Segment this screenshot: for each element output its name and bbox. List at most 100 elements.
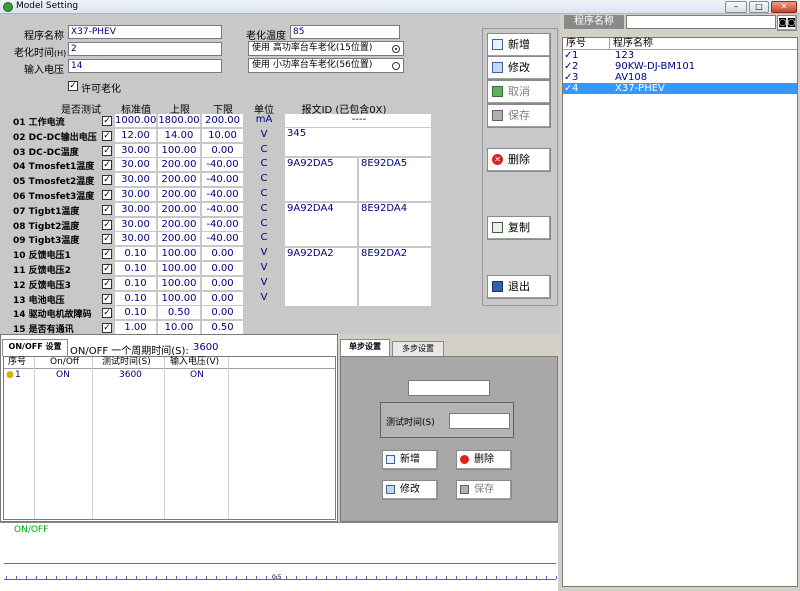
param-upper-value[interactable]: 200.00 [158, 203, 200, 216]
param-std-value[interactable]: 0.10 [115, 292, 156, 305]
param-lower-value[interactable]: -40.00 [202, 218, 243, 231]
copy-button[interactable]: 复制 [487, 216, 551, 240]
high-power-option[interactable]: 使用 高功率台车老化(15位置) [248, 41, 404, 56]
param-std-value[interactable]: 30.00 [115, 203, 156, 216]
param-lower-value[interactable]: 0.00 [202, 247, 243, 260]
param-test-checkbox[interactable]: ✓ [102, 220, 112, 230]
tab-single-step[interactable]: 单步设置 [340, 339, 390, 356]
add-button[interactable]: 新增 [487, 33, 551, 57]
param-test-checkbox[interactable]: ✓ [102, 160, 112, 170]
program-list-item[interactable]: ✓ 3 AV108 [563, 72, 797, 83]
onoff-period-value[interactable]: 3600 [193, 342, 218, 353]
param-test-checkbox[interactable]: ✓ [102, 116, 112, 126]
param-std-value[interactable]: 0.10 [115, 262, 156, 275]
report-id-row7b[interactable]: 8E92DA4 [359, 203, 431, 246]
param-upper-value[interactable]: 100.00 [158, 144, 200, 157]
report-id-row2[interactable]: 345 [285, 128, 431, 156]
param-std-value[interactable]: 30.00 [115, 232, 156, 245]
step-add-button[interactable]: 新增 [382, 450, 438, 470]
param-test-checkbox[interactable]: ✓ [102, 279, 112, 289]
param-std-value[interactable]: 30.00 [115, 144, 156, 157]
param-test-checkbox[interactable]: ✓ [102, 249, 112, 259]
param-test-checkbox[interactable]: ✓ [102, 323, 112, 333]
param-std-value[interactable]: 1.00 [115, 321, 156, 334]
param-lower-value[interactable]: 0.50 [202, 321, 243, 334]
param-std-value[interactable]: 30.00 [115, 158, 156, 171]
edit-button[interactable]: 修改 [487, 56, 551, 80]
param-lower-value[interactable]: 0.00 [202, 262, 243, 275]
param-std-value[interactable]: 30.00 [115, 188, 156, 201]
param-std-value[interactable]: 0.10 [115, 277, 156, 290]
onoff-row[interactable]: ● 1 ON 3600 ON [4, 369, 335, 381]
param-std-value[interactable]: 0.10 [115, 306, 156, 319]
param-test-checkbox[interactable]: ✓ [102, 234, 112, 244]
param-upper-value[interactable]: 100.00 [158, 247, 200, 260]
param-std-value[interactable]: 1000.00 [115, 114, 156, 127]
aging-time-input[interactable]: 2 [68, 42, 222, 56]
input-voltage-input[interactable]: 14 [68, 59, 222, 73]
step-delete-button[interactable]: 删除 [456, 450, 512, 470]
save-button[interactable]: 保存 [487, 104, 551, 128]
param-upper-value[interactable]: 14.00 [158, 129, 200, 142]
tab-onoff[interactable]: ON/OFF 设置 [2, 339, 68, 356]
param-std-value[interactable]: 0.10 [115, 247, 156, 260]
param-test-checkbox[interactable]: ✓ [102, 131, 112, 141]
param-lower-value[interactable]: -40.00 [202, 173, 243, 186]
report-id-row10a[interactable]: 9A92DA2 [285, 248, 357, 306]
param-lower-value[interactable]: -40.00 [202, 158, 243, 171]
param-std-value[interactable]: 12.00 [115, 129, 156, 142]
param-upper-value[interactable]: 1800.00 [158, 114, 200, 127]
close-button[interactable]: ✕ [771, 1, 797, 13]
param-upper-value[interactable]: 200.00 [158, 173, 200, 186]
param-lower-value[interactable]: 200.00 [202, 114, 243, 127]
param-upper-value[interactable]: 100.00 [158, 277, 200, 290]
param-lower-value[interactable]: -40.00 [202, 203, 243, 216]
param-upper-value[interactable]: 200.00 [158, 232, 200, 245]
step-edit-button[interactable]: 修改 [382, 480, 438, 500]
param-std-value[interactable]: 30.00 [115, 173, 156, 186]
program-name-input[interactable]: X37-PHEV [68, 25, 222, 39]
report-id-row7a[interactable]: 9A92DA4 [285, 203, 357, 246]
param-upper-value[interactable]: 100.00 [158, 292, 200, 305]
program-list[interactable]: 序号 程序名称 ✓ 1 123 ✓ 2 90KW-DJ-BM101 ✓ 3 AV10… [562, 37, 798, 587]
param-test-checkbox[interactable]: ✓ [102, 294, 112, 304]
report-id-row4a[interactable]: 9A92DA5 [285, 158, 357, 201]
program-list-item[interactable]: ✓ 4 X37-PHEV [563, 83, 797, 94]
param-upper-value[interactable]: 10.00 [158, 321, 200, 334]
cancel-button[interactable]: 取消 [487, 80, 551, 104]
param-lower-value[interactable]: 10.00 [202, 129, 243, 142]
step-time-input[interactable] [449, 413, 510, 429]
report-id-row4b[interactable]: 8E92DA5 [359, 158, 431, 201]
exit-button[interactable]: 退出 [487, 275, 551, 299]
param-upper-value[interactable]: 200.00 [158, 158, 200, 171]
param-test-checkbox[interactable]: ✓ [102, 264, 112, 274]
param-upper-value[interactable]: 200.00 [158, 188, 200, 201]
tab-multi-step[interactable]: 多步设置 [392, 341, 444, 356]
program-list-item[interactable]: ✓ 1 123 [563, 50, 797, 61]
param-lower-value[interactable]: -40.00 [202, 188, 243, 201]
param-test-checkbox[interactable]: ✓ [102, 190, 112, 200]
param-upper-value[interactable]: 200.00 [158, 218, 200, 231]
high-power-radio[interactable] [392, 45, 400, 53]
report-id-row10b[interactable]: 8E92DA2 [359, 248, 431, 306]
maximize-button[interactable]: □ [749, 1, 769, 13]
param-std-value[interactable]: 30.00 [115, 218, 156, 231]
param-test-checkbox[interactable]: ✓ [102, 175, 112, 185]
param-lower-value[interactable]: 0.00 [202, 144, 243, 157]
param-lower-value[interactable]: -40.00 [202, 232, 243, 245]
step-save-button[interactable]: 保存 [456, 480, 512, 500]
param-lower-value[interactable]: 0.00 [202, 277, 243, 290]
allow-aging-checkbox[interactable]: ✓ [68, 81, 78, 91]
low-power-radio[interactable] [392, 62, 400, 70]
param-test-checkbox[interactable]: ✓ [102, 146, 112, 156]
step-value-input[interactable] [408, 380, 490, 396]
low-power-option[interactable]: 使用 小功率台车老化(56位置) [248, 58, 404, 73]
param-lower-value[interactable]: 0.00 [202, 306, 243, 319]
param-upper-value[interactable]: 0.50 [158, 306, 200, 319]
program-search-input[interactable] [626, 15, 776, 29]
param-lower-value[interactable]: 0.00 [202, 292, 243, 305]
binoculars-icon[interactable]: ◙◙ [777, 15, 797, 31]
onoff-grid[interactable]: 序号 On/Off 测试时间(S) 输入电压(V) ● 1 ON 3600 ON [3, 356, 336, 520]
aging-temp-input[interactable]: 85 [290, 25, 400, 39]
minimize-button[interactable]: – [725, 1, 747, 13]
